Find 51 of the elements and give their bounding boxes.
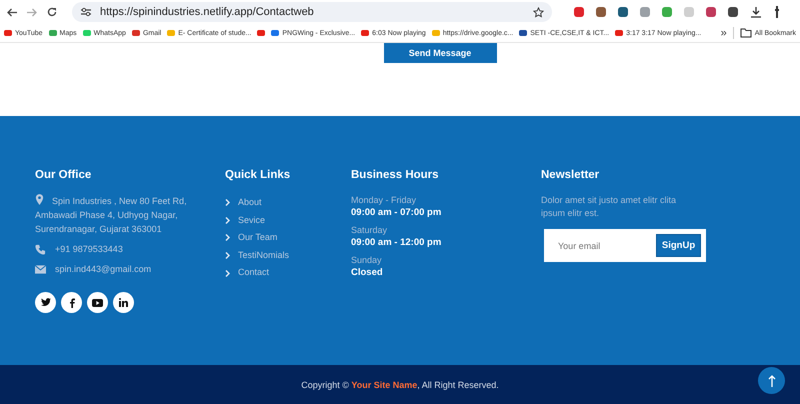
- chevron-icon: [225, 199, 230, 206]
- youtube-button[interactable]: [87, 292, 108, 313]
- more-bookmarks-button[interactable]: »: [720, 27, 734, 39]
- envelope-icon: [35, 264, 46, 274]
- facebook-icon: [68, 298, 74, 308]
- download-icon[interactable]: [750, 6, 762, 18]
- back-icon[interactable]: [6, 8, 18, 16]
- arrow-up-icon: [768, 374, 776, 386]
- copyright-text: Copyright © Your Site Name, All Right Reserved.: [301, 380, 499, 390]
- hours-text: 09:00 am - 07:00 pm: [351, 206, 442, 219]
- send-message-button[interactable]: Send Message: [384, 43, 496, 63]
- site-name-link[interactable]: Your Site Name: [351, 380, 418, 390]
- chevron-icon: [225, 252, 230, 260]
- twitter-button[interactable]: [35, 292, 56, 313]
- extension-icon[interactable]: [574, 7, 584, 17]
- hours-text: 09:00 am - 12:00 pm: [351, 236, 442, 249]
- column-heading: Newsletter: [541, 169, 600, 181]
- pin-icon[interactable]: [774, 6, 780, 18]
- play-icon: [92, 298, 103, 306]
- email-text: spin.ind443@gmail.com: [55, 263, 152, 276]
- bookmark-item[interactable]: [257, 30, 266, 36]
- phone-text: +91 9879533443: [55, 243, 123, 256]
- site-settings-icon[interactable]: [80, 7, 92, 17]
- map-pin-icon: [35, 194, 44, 205]
- column-heading: Quick Links: [225, 169, 290, 181]
- day-label: Saturday: [351, 224, 388, 236]
- extension-icon[interactable]: [706, 7, 716, 17]
- chevron-icon: [225, 234, 230, 242]
- column-heading: Our Office: [35, 169, 92, 181]
- extension-icon[interactable]: [596, 7, 606, 17]
- chevron-icon: [225, 216, 230, 224]
- day-label: Sunday: [351, 254, 382, 266]
- bird-icon: [40, 298, 50, 307]
- signup-button[interactable]: SignUp: [656, 234, 701, 257]
- chevron-icon: [225, 270, 230, 277]
- linkedin-button[interactable]: [113, 292, 134, 313]
- linkedin-icon: [119, 298, 128, 307]
- phone-icon: [35, 244, 46, 254]
- hours-text: Closed: [351, 266, 383, 279]
- extension-icon[interactable]: [618, 7, 628, 17]
- day-label: Monday - Friday: [351, 194, 416, 206]
- extension-icon[interactable]: [728, 7, 738, 17]
- newsletter-text: Dolor amet sit justo amet elitr clita ipsum elitr est.: [541, 194, 678, 220]
- address-bar[interactable]: https://spinindustries.netlify.app/Contactweb: [72, 2, 552, 22]
- column-heading: Business Hours: [351, 169, 439, 181]
- address-text: Spin Industries , New 80 Feet Rd, Ambawadi Phase 4, Udhyog Nagar, Surendranagar, Gujarat 363001: [35, 194, 188, 236]
- folder-icon: [740, 28, 752, 38]
- star-icon[interactable]: [533, 6, 544, 18]
- back-to-top-button[interactable]: [758, 367, 785, 394]
- reload-icon[interactable]: [46, 7, 58, 17]
- facebook-button[interactable]: [61, 292, 82, 313]
